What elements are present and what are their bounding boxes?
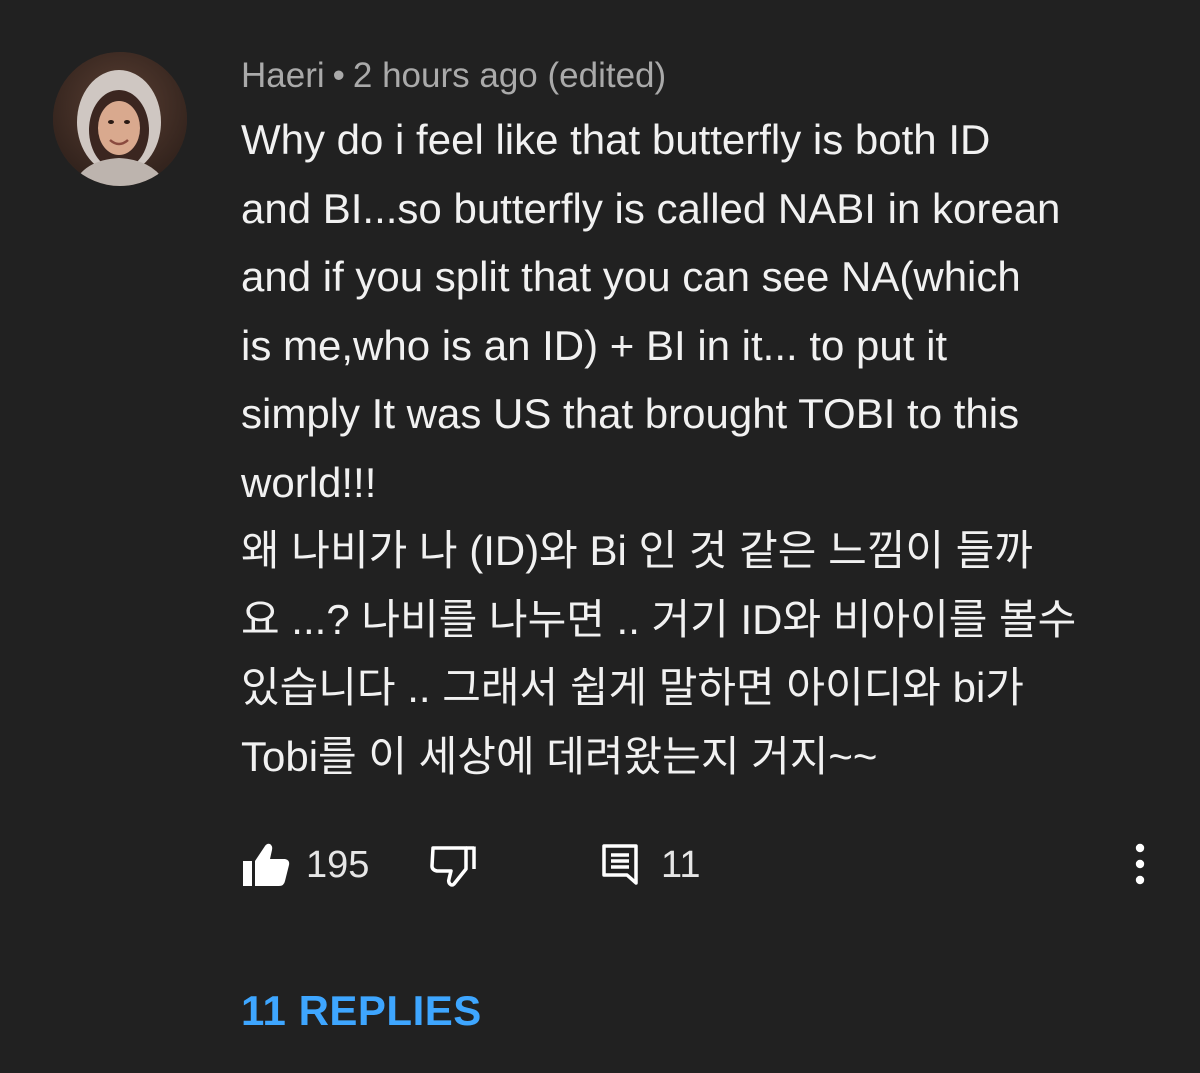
thumbs-down-icon	[430, 846, 476, 887]
comment-body: Why do i feel like that butterfly is bot…	[241, 106, 1181, 791]
comment-body-line: and BI...so butterfly is called NABI in …	[241, 184, 1061, 232]
dislike-button[interactable]	[428, 840, 478, 890]
comment-meta: Haeri • 2 hours ago (edited)	[241, 54, 666, 98]
comment-body-line: Tobi를 이 세상에 데려왔는지 거지~~	[241, 732, 878, 780]
comment-body-line: 요 ...? 나비를 나누면 .. 거기 ID와 비아이를 볼수	[241, 595, 1077, 643]
comment-menu-button[interactable]	[1115, 840, 1165, 890]
view-replies-button[interactable]: 11 REPLIES	[241, 984, 482, 1038]
comment-body-line: is me,who is an ID) + BI in it... to put…	[241, 321, 948, 369]
avatar-image	[53, 52, 187, 186]
reply-button[interactable]	[599, 840, 649, 890]
like-count: 195	[306, 844, 370, 886]
comment-timestamp: 2 hours ago (edited)	[352, 56, 667, 95]
meta-separator: •	[332, 56, 345, 95]
comment-body-line: 있습니다 .. 그래서 쉽게 말하면 아이디와 bi가	[241, 664, 1024, 711]
comment-thread: Haeri • 2 hours ago (edited) Why do i feel…	[0, 0, 1200, 1073]
comment-action-bar: 195 11	[0, 830, 1200, 900]
author-avatar[interactable]	[53, 52, 187, 186]
comment-body-line: 왜 나비가 나 (ID)와 Bi 인 것 같은 느낌이 들까	[241, 527, 1033, 574]
comment-body-line: Why do i feel like that butterfly is bot…	[241, 116, 991, 163]
comment-body-line: world!!!	[241, 458, 377, 506]
author-name[interactable]: Haeri	[241, 56, 325, 95]
like-button[interactable]	[241, 840, 291, 890]
thumbs-up-icon	[243, 843, 290, 886]
more-vertical-icon	[1135, 843, 1145, 885]
reply-count: 11	[661, 844, 701, 886]
comment-body-line: and if you split that you can see NA(whi…	[241, 253, 1021, 300]
comment-body-line: simply It was US that brought TOBI to th…	[241, 390, 1020, 437]
comment-reply-icon	[602, 844, 638, 885]
